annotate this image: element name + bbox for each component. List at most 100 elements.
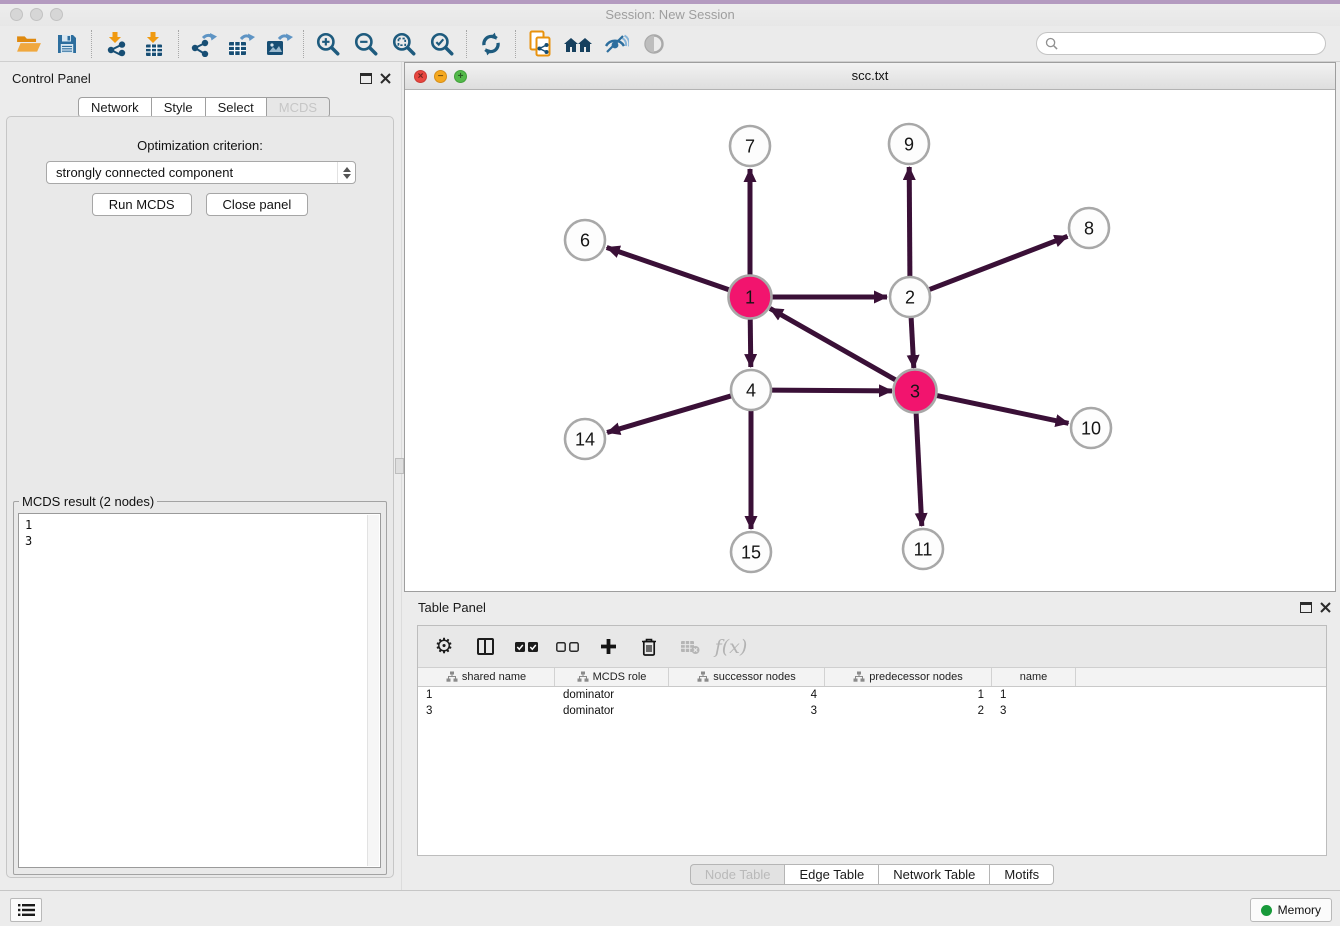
node-6[interactable]: 6 — [565, 220, 605, 260]
duplicate-network-icon[interactable] — [521, 28, 559, 60]
search-icon — [1045, 37, 1058, 50]
zoom-out-icon[interactable] — [347, 28, 385, 60]
edge-3-11[interactable] — [916, 411, 922, 526]
edge-1-4[interactable] — [750, 317, 751, 367]
node-table-frame: ⚙ f(x) shared nameMCDS rolesuccessor nod… — [417, 625, 1327, 856]
tab-select[interactable]: Select — [205, 97, 266, 118]
control-panel-title: Control Panel — [12, 71, 91, 86]
export-table-icon[interactable] — [222, 28, 260, 60]
float-table-panel-icon[interactable] — [1300, 602, 1312, 613]
task-history-button[interactable] — [10, 898, 42, 922]
close-panel-button[interactable]: Close panel — [206, 193, 309, 216]
node-10[interactable]: 10 — [1071, 408, 1111, 448]
edge-3-1[interactable] — [770, 308, 898, 381]
mcds-result-textarea[interactable]: 13 — [18, 513, 381, 868]
column-header-predecessor-nodes[interactable]: predecessor nodes — [825, 668, 992, 686]
node-11[interactable]: 11 — [903, 529, 943, 569]
result-scrollbar[interactable] — [367, 515, 379, 866]
node-1[interactable]: 1 — [729, 276, 772, 319]
edge-2-8[interactable] — [929, 236, 1068, 289]
refresh-layout-icon[interactable] — [472, 28, 510, 60]
table-header-row: shared nameMCDS rolesuccessor nodesprede… — [418, 668, 1326, 687]
search-field — [1036, 32, 1326, 55]
table-cell: dominator — [555, 705, 669, 717]
zoom-fit-icon[interactable] — [385, 28, 423, 60]
node-3[interactable]: 3 — [894, 370, 937, 413]
tab-style[interactable]: Style — [151, 97, 205, 118]
table-row[interactable]: 3dominator323 — [418, 703, 1326, 719]
edge-2-9[interactable] — [909, 167, 910, 277]
column-header-MCDS-role[interactable]: MCDS role — [555, 668, 669, 686]
edge-4-3[interactable] — [771, 390, 892, 391]
column-header-successor-nodes[interactable]: successor nodes — [669, 668, 825, 686]
tab-network[interactable]: Network — [78, 97, 151, 118]
column-header-name[interactable]: name — [992, 668, 1076, 686]
run-mcds-button[interactable]: Run MCDS — [92, 193, 192, 216]
node-label: 2 — [905, 287, 915, 307]
tree-column-icon — [577, 671, 589, 683]
edge-1-6[interactable] — [607, 248, 731, 291]
deselect-all-icon[interactable] — [553, 632, 581, 662]
export-network-icon[interactable] — [184, 28, 222, 60]
add-column-icon[interactable] — [594, 632, 622, 662]
node-7[interactable]: 7 — [730, 126, 770, 166]
node-label: 10 — [1081, 418, 1101, 438]
export-image-icon[interactable] — [260, 28, 298, 60]
close-panel-icon[interactable] — [380, 73, 391, 84]
import-table-icon[interactable] — [135, 28, 173, 60]
panel-divider — [401, 62, 402, 890]
zoom-in-icon[interactable] — [309, 28, 347, 60]
mcds-result-line: 1 — [25, 517, 374, 533]
edge-3-10[interactable] — [935, 395, 1069, 423]
vertical-splitter-handle[interactable] — [395, 458, 404, 474]
edge-2-3[interactable] — [911, 317, 914, 368]
network-window-titlebar[interactable]: × − + scc.txt — [405, 63, 1335, 90]
tab-network-table[interactable]: Network Table — [878, 864, 989, 885]
show-panel-icon[interactable] — [635, 28, 673, 60]
node-2[interactable]: 2 — [890, 277, 930, 317]
node-9[interactable]: 9 — [889, 124, 929, 164]
column-header-shared-name[interactable]: shared name — [418, 668, 555, 686]
node-4[interactable]: 4 — [731, 370, 771, 410]
zoom-selected-icon[interactable] — [423, 28, 461, 60]
network-canvas[interactable]: 7 9 6 8 1 2 4 3 14 10 15 11 — [405, 90, 1335, 591]
table-cell: 4 — [669, 689, 825, 701]
search-input[interactable] — [1058, 34, 1325, 53]
column-header-filler — [1076, 668, 1326, 686]
main-toolbar — [0, 26, 1340, 62]
close-table-panel-icon[interactable] — [1320, 602, 1331, 613]
save-session-icon[interactable] — [48, 28, 86, 60]
toolbar-separator — [515, 30, 516, 58]
application-window: Session: New Session — [0, 0, 1340, 926]
tab-edge-table[interactable]: Edge Table — [784, 864, 878, 885]
table-row[interactable]: 1dominator411 — [418, 687, 1326, 703]
tab-node-table[interactable]: Node Table — [690, 864, 785, 885]
node-8[interactable]: 8 — [1069, 208, 1109, 248]
tab-motifs[interactable]: Motifs — [989, 864, 1054, 885]
select-all-icon[interactable] — [512, 632, 540, 662]
node-15[interactable]: 15 — [731, 532, 771, 572]
table-cell: 1 — [825, 689, 992, 701]
float-panel-icon[interactable] — [360, 73, 372, 84]
home-icon[interactable] — [559, 28, 597, 60]
app-titlebar: Session: New Session — [0, 4, 1340, 26]
open-session-icon[interactable] — [10, 28, 48, 60]
mcds-result-line: 3 — [25, 533, 374, 549]
edge-4-14[interactable] — [607, 396, 732, 433]
delete-column-icon[interactable] — [635, 632, 663, 662]
memory-status-icon — [1261, 905, 1272, 916]
table-toolbar: ⚙ f(x) — [418, 626, 1326, 668]
network-window-title: scc.txt — [405, 68, 1335, 83]
hide-panel-icon[interactable] — [597, 28, 635, 60]
import-network-icon[interactable] — [97, 28, 135, 60]
tab-mcds[interactable]: MCDS — [266, 97, 330, 118]
table-settings-icon[interactable]: ⚙ — [430, 632, 458, 662]
delete-table-icon — [676, 632, 704, 662]
node-14[interactable]: 14 — [565, 419, 605, 459]
memory-button[interactable]: Memory — [1250, 898, 1332, 922]
show-column-icon[interactable] — [471, 632, 499, 662]
table-panel-title: Table Panel — [418, 600, 486, 615]
node-label: 1 — [745, 287, 755, 307]
function-builder-icon: f(x) — [717, 632, 745, 662]
criterion-select[interactable]: strongly connected component — [46, 161, 356, 184]
